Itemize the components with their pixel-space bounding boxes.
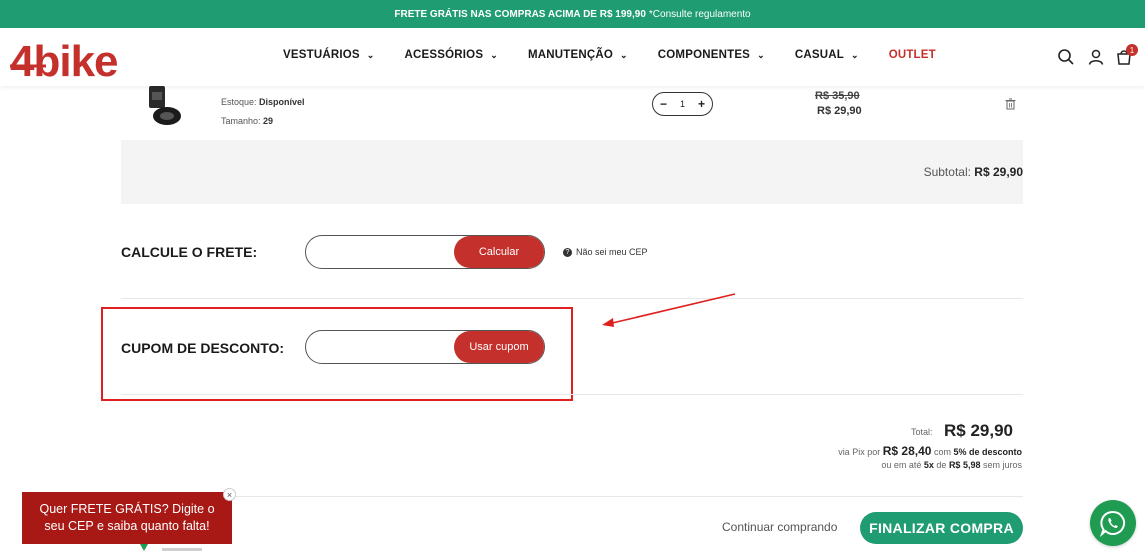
install-de: de (936, 460, 947, 470)
product-image[interactable] (143, 86, 183, 128)
search-icon[interactable] (1057, 48, 1075, 66)
chevron-down-icon: ⌄ (490, 49, 498, 60)
nav-componentes[interactable]: COMPONENTES ⌄ (658, 49, 765, 61)
increment-button[interactable]: + (698, 97, 705, 111)
nav-manutencao[interactable]: MANUTENÇÃO ⌄ (528, 49, 628, 61)
site-header: 4bike VESTUÁRIOS ⌄ ACESSÓRIOS ⌄ MANUTENÇ… (0, 28, 1145, 86)
announcement-note[interactable]: *Consulte regulamento (649, 9, 751, 20)
logo[interactable]: 4bike (10, 36, 164, 82)
main-nav: VESTUÁRIOS ⌄ ACESSÓRIOS ⌄ MANUTENÇÃO ⌄ C… (283, 49, 966, 61)
pix-value: R$ 28,40 (882, 444, 932, 458)
nav-outlet[interactable]: OUTLET (889, 49, 936, 61)
nav-label: COMPONENTES (657, 49, 751, 61)
nav-label: MANUTENÇÃO (527, 49, 614, 61)
whatsapp-button[interactable] (1090, 500, 1136, 546)
chevron-down-icon: ⌄ (757, 49, 765, 60)
stock-label: Estoque: (221, 97, 257, 107)
nav-label: CASUAL (794, 49, 844, 61)
stock-value: Disponível (259, 97, 305, 107)
calculate-shipping-button[interactable]: Calcular (454, 236, 544, 268)
cep-input[interactable] (318, 244, 448, 256)
announcement-text: FRETE GRÁTIS NAS COMPRAS ACIMA DE R$ 199… (394, 8, 646, 20)
close-icon[interactable]: × (223, 488, 236, 501)
chevron-down-icon: ⌄ (850, 49, 859, 60)
help-icon: ? (563, 247, 572, 257)
subtotal-label: Subtotal: (923, 165, 971, 179)
free-shipping-popup[interactable]: Quer FRETE GRÁTIS? Digite o seu CEP e sa… (22, 492, 232, 544)
chevron-down-icon: ⌄ (366, 49, 375, 60)
user-icon[interactable] (1087, 48, 1105, 66)
nav-label: VESTUÁRIOS (283, 49, 360, 61)
continue-shopping-link[interactable]: Continuar comprando (722, 520, 837, 534)
whatsapp-icon (1099, 510, 1125, 537)
install-prefix: ou em até (881, 460, 922, 470)
stock-info: Estoque: Disponível (221, 97, 305, 107)
cart-count-badge: 1 (1126, 44, 1138, 56)
divider (121, 496, 1023, 497)
nav-acessorios[interactable]: ACESSÓRIOS ⌄ (405, 49, 498, 61)
annotation-arrow-icon (602, 293, 736, 327)
total-label: Total: (911, 427, 933, 437)
decrement-button[interactable]: − (660, 97, 667, 111)
trash-icon[interactable] (1005, 98, 1016, 110)
total-value: R$ 29,90 (944, 421, 1013, 440)
quantity-stepper: − 1 + (652, 92, 713, 116)
chevron-down-icon: ⌄ (620, 49, 628, 60)
subtotal-value: R$ 29,90 (974, 165, 1023, 179)
nav-label: ACESSÓRIOS (404, 49, 484, 61)
popup-text: Quer FRETE GRÁTIS? Digite o seu CEP e sa… (39, 502, 215, 533)
install-count: 5x (923, 460, 934, 470)
announcement-bar: FRETE GRÁTIS NAS COMPRAS ACIMA DE R$ 199… (0, 0, 1145, 28)
nav-vestuarios[interactable]: VESTUÁRIOS ⌄ (283, 49, 375, 61)
nav-casual[interactable]: CASUAL ⌄ (795, 49, 859, 61)
pix-price-line: via Pix por R$ 28,40 com 5% de desconto (838, 444, 1022, 458)
security-seal-icon (140, 544, 202, 551)
subtotal: Subtotal: R$ 29,90 (924, 165, 1023, 179)
old-price: R$ 35,90 (815, 90, 860, 102)
annotation-highlight-box (101, 307, 573, 401)
install-value: R$ 5,98 (948, 460, 981, 470)
divider (121, 298, 1023, 299)
pix-discount: 5% de desconto (953, 447, 1022, 457)
size-label: Tamanho: (221, 116, 261, 126)
cep-help-link[interactable]: ? Não sei meu CEP (563, 247, 648, 257)
new-price: R$ 29,90 (817, 105, 862, 117)
quantity-value: 1 (679, 99, 685, 109)
cep-help-label: Não sei meu CEP (576, 247, 648, 257)
pix-prefix: via Pix por (838, 447, 881, 457)
checkout-button[interactable]: FINALIZAR COMPRA (860, 512, 1023, 544)
installments-line: ou em até 5x de R$ 5,98 sem juros (881, 460, 1022, 470)
nav-label: OUTLET (888, 49, 936, 61)
subtotal-panel: Subtotal: R$ 29,90 (121, 140, 1023, 204)
size-value: 29 (263, 116, 274, 126)
logo-text: 4bike (10, 37, 118, 82)
shipping-label: CALCULE O FRETE: (121, 244, 258, 260)
install-suffix: sem juros (982, 460, 1022, 470)
pix-with: com (933, 447, 951, 457)
divider (121, 394, 1023, 395)
size-info: Tamanho: 29 (221, 116, 273, 126)
shipping-field: Calcular (305, 235, 545, 269)
